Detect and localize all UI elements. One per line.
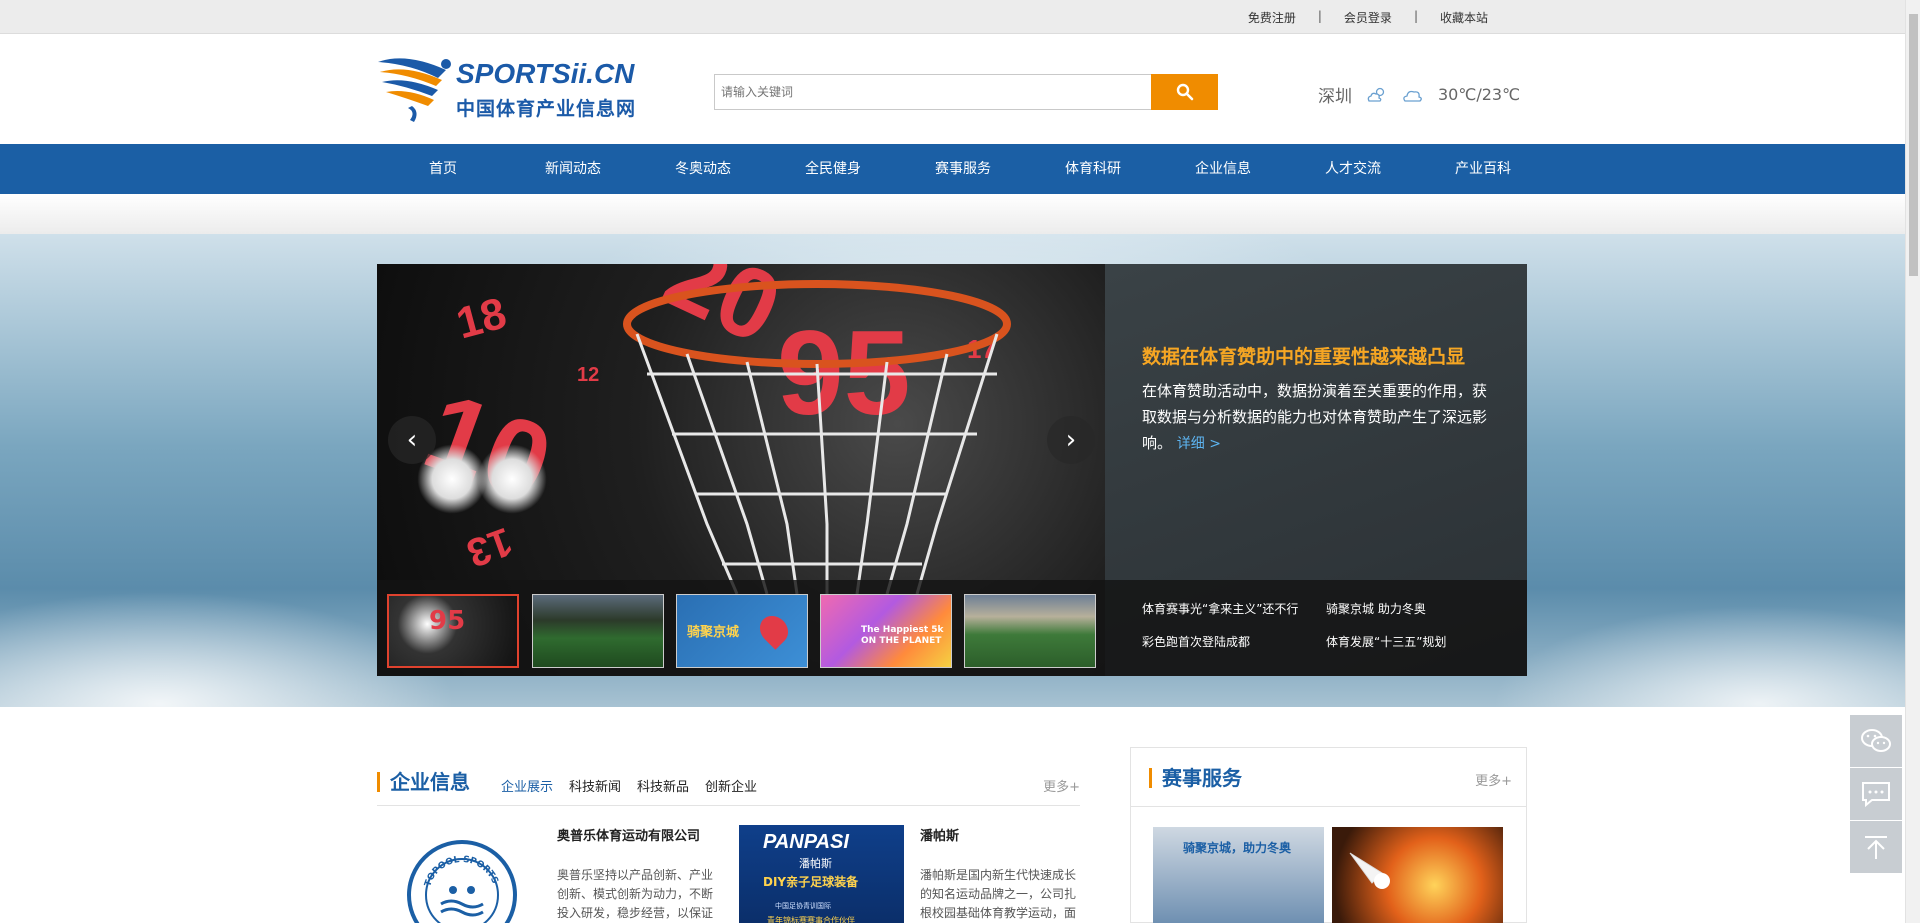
slider-next-button[interactable]: › [1047, 416, 1095, 464]
event-image-caption: 骑聚京城，助力冬奥 [1183, 841, 1292, 855]
topool-logo-icon: TOPOOL SPORTS [423, 855, 500, 923]
nav-item-encyclopedia[interactable]: 产业百科 [1418, 144, 1548, 194]
header-band [0, 194, 1905, 234]
divider [1131, 806, 1526, 807]
event-image-1[interactable]: 骑聚京城，助力冬奥 [1153, 827, 1324, 923]
chevron-right-icon: › [1065, 425, 1077, 455]
map-pin-icon [754, 610, 794, 650]
hero-link[interactable]: 彩色跑首次登陆成都 [1142, 633, 1250, 650]
tab-tech-news[interactable]: 科技新闻 [569, 776, 621, 795]
page-scrollbar[interactable] [1905, 0, 1920, 923]
search-input[interactable] [715, 75, 1155, 109]
thumbnail-4[interactable]: The Happiest 5k ON THE PLANET [820, 594, 952, 668]
top-bar: 免费注册 | 会员登录 | 收藏本站 [0, 0, 1905, 34]
thumbnail-caption: The Happiest 5k ON THE PLANET [861, 625, 944, 646]
panpasi-banner[interactable]: PANPASI 潘帕斯 DIY亲子足球装备 中国足协青训国际 青年锦标赛赛事合作… [739, 825, 904, 923]
wechat-icon [1861, 729, 1891, 752]
partly-cloudy-icon [1367, 87, 1385, 102]
cloud-icon [1403, 90, 1422, 102]
search-button[interactable] [1151, 74, 1218, 110]
panpasi-logo-text: PANPASI [763, 831, 849, 853]
main-nav: 首页 新闻动态 冬奥动态 全民健身 赛事服务 体育科研 企业信息 人才交流 产业… [0, 144, 1905, 194]
tab-tech-products[interactable]: 科技新品 [637, 776, 689, 795]
nav-item-home[interactable]: 首页 [378, 144, 508, 194]
hero-link[interactable]: 体育赛事光“拿来主义”还不行 [1142, 600, 1298, 617]
panpasi-slogan: DIY亲子足球装备 [763, 875, 859, 889]
svg-text:TOPOOL SPORTS: TOPOOL SPORTS [423, 855, 499, 888]
nav-item-research[interactable]: 体育科研 [1028, 144, 1158, 194]
logo-text-cn: 中国体育产业信息网 [456, 98, 637, 120]
hero-description: 在体育赞助活动中，数据扮演着至关重要的作用，获取数据与分析数据的能力也对体育赞助… [1142, 378, 1494, 457]
panpasi-logo-sub: 潘帕斯 [799, 857, 832, 870]
scrollbar-thumb[interactable] [1909, 14, 1918, 276]
thumbnail-caption: 骑聚京城 [687, 625, 740, 640]
section-title: 赛事服务 [1149, 768, 1242, 788]
separator: | [1413, 9, 1418, 23]
company-name[interactable]: 奥普乐体育运动有限公司 [557, 825, 700, 844]
separator: | [1317, 9, 1322, 23]
company-name[interactable]: 潘帕斯 [920, 825, 959, 844]
event-image-2[interactable] [1332, 827, 1503, 923]
decor-number: 95 [429, 606, 466, 636]
tab-company-showcase[interactable]: 企业展示 [501, 776, 553, 795]
logo-swoosh-icon [378, 58, 451, 122]
hero-more-link[interactable]: 详细 > [1177, 436, 1221, 452]
back-to-top-button[interactable] [1850, 821, 1902, 873]
nav-item-events[interactable]: 赛事服务 [898, 144, 1028, 194]
panpasi-sub2: 青年锦标赛赛事合作伙伴 [767, 916, 855, 923]
thumbnail-5[interactable] [964, 594, 1096, 668]
search-icon [1176, 83, 1193, 101]
panpasi-sub1: 中国足协青训国际 [775, 902, 831, 910]
hero-link[interactable]: 骑聚京城 助力冬奥 [1326, 600, 1426, 617]
more-link[interactable]: 更多+ [1043, 776, 1080, 795]
company-desc: 奥普乐坚持以产品创新、产业创新、模式创新为动力，不断投入研发，稳步经营，以保证产… [557, 868, 714, 920]
register-link[interactable]: 免费注册 [1248, 9, 1296, 26]
company-desc: 潘帕斯是国内新生代快速成长的知名运动品牌之一，公司扎根校园基础体育教学运动，面向… [920, 868, 1077, 920]
nav-item-winter-olympics[interactable]: 冬奥动态 [638, 144, 768, 194]
slider-thumbnails: 95 骑聚京城 The Happiest 5k ON THE PLANET [377, 580, 1527, 676]
site-logo[interactable]: SPORTSii.CN 中国体育产业信息网 [376, 52, 666, 124]
hero-link[interactable]: 体育发展“十三五”规划 [1326, 633, 1446, 650]
more-link[interactable]: 更多+ [1475, 770, 1512, 789]
weather-temp: 30℃/23℃ [1438, 85, 1521, 104]
divider [377, 805, 1080, 806]
search-box [714, 74, 1218, 110]
weather-widget: 深圳 30℃/23℃ [1318, 82, 1520, 107]
login-link[interactable]: 会员登录 [1344, 9, 1392, 26]
hero-title[interactable]: 数据在体育赞助中的重要性越来越凸显 [1142, 342, 1465, 369]
thumbnail-2[interactable] [532, 594, 664, 668]
thumbnail-1[interactable]: 95 [387, 594, 519, 668]
tab-innovative-companies[interactable]: 创新企业 [705, 776, 757, 795]
wechat-button[interactable] [1850, 715, 1902, 767]
thumbnail-3[interactable]: 骑聚京城 [676, 594, 808, 668]
weather-city: 深圳 [1318, 87, 1352, 107]
arrow-up-icon [1865, 836, 1887, 859]
company-logo[interactable]: TOPOOL SPORTS [407, 840, 517, 923]
bookmark-link[interactable]: 收藏本站 [1440, 9, 1488, 26]
slider-prev-button[interactable]: ‹ [388, 416, 436, 464]
site-header: SPORTSii.CN 中国体育产业信息网 深圳 30℃/23℃ [0, 34, 1905, 144]
nav-item-talent[interactable]: 人才交流 [1288, 144, 1418, 194]
shuttlecock-icon [1349, 852, 1390, 889]
message-button[interactable] [1850, 768, 1902, 820]
logo-arc-text: TOPOOL SPORTS [423, 855, 499, 888]
chat-bubble-icon [1862, 782, 1890, 808]
chevron-left-icon: ‹ [406, 425, 418, 455]
section-title: 企业信息 [377, 772, 470, 792]
top-links: 免费注册 | 会员登录 | 收藏本站 [1248, 9, 1488, 26]
nav-item-news[interactable]: 新闻动态 [508, 144, 638, 194]
section-tabs: 企业展示 科技新闻 科技新品 创新企业 [501, 776, 757, 795]
nav-item-companies[interactable]: 企业信息 [1158, 144, 1288, 194]
nav-item-fitness[interactable]: 全民健身 [768, 144, 898, 194]
logo-text-en: SPORTSii.CN [456, 58, 635, 89]
events-section: 赛事服务 更多+ 骑聚京城，助力冬奥 [1130, 747, 1527, 923]
